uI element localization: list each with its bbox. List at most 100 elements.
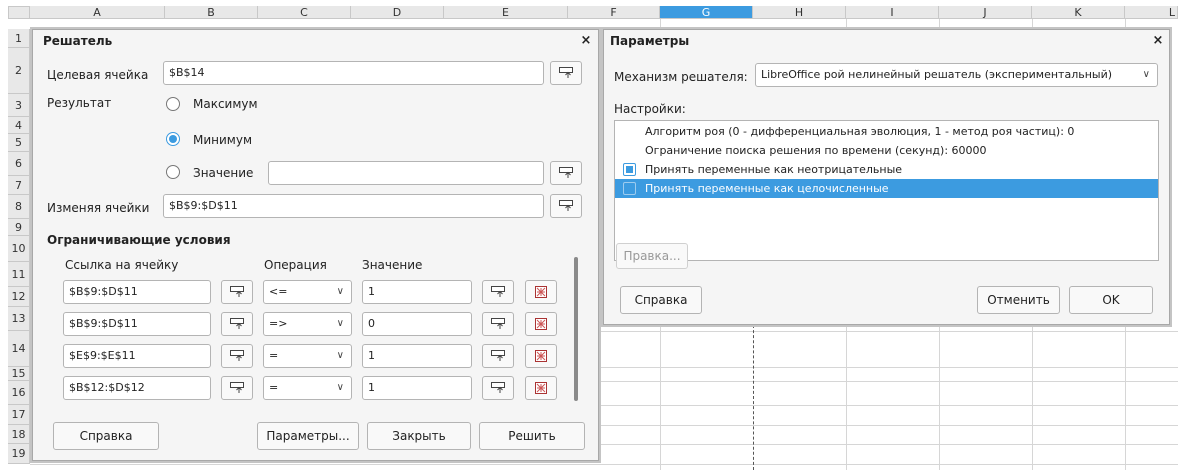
result-label: Результат (47, 96, 112, 110)
value-field[interactable] (268, 161, 544, 185)
solver-engine-select[interactable]: LibreOffice рой нелинейный решатель (экс… (755, 63, 1158, 87)
settings-item-label: Алгоритм роя (0 - дифференциальная эволю… (645, 125, 1075, 138)
delete-constraint-button[interactable] (525, 344, 557, 368)
shrink-button[interactable] (221, 376, 253, 400)
row-header[interactable]: 15 (8, 367, 30, 381)
shrink-button[interactable] (221, 280, 253, 304)
column-header-j[interactable]: J (939, 6, 1032, 19)
delete-constraint-button[interactable] (525, 280, 557, 304)
row-header[interactable]: 11 (8, 262, 30, 287)
close-icon[interactable]: × (1148, 30, 1168, 52)
settings-item-selected[interactable]: Принять переменные как целочисленные (615, 179, 1158, 198)
delete-constraint-button[interactable] (525, 312, 557, 336)
delete-icon (535, 318, 547, 330)
column-header-h[interactable]: H (753, 6, 846, 19)
minimum-radio[interactable] (166, 132, 180, 146)
shrink-button[interactable] (550, 61, 582, 85)
solver-dialog: Решатель × Целевая ячейка $B$14 Результа… (32, 29, 599, 461)
checkbox-checked-icon[interactable] (623, 163, 636, 176)
maximum-label: Максимум (193, 97, 258, 111)
row-header[interactable]: 14 (8, 331, 30, 367)
row-header[interactable]: 3 (8, 94, 30, 117)
shrink-icon (491, 318, 505, 329)
shrink-button[interactable] (482, 312, 514, 336)
row-header[interactable]: 2 (8, 48, 30, 94)
row-header[interactable]: 13 (8, 307, 30, 331)
delete-constraint-button[interactable] (525, 376, 557, 400)
target-cell-label: Целевая ячейка (47, 68, 149, 82)
cancel-button[interactable]: Отменить (977, 286, 1060, 314)
constraint-value-field[interactable]: 1 (362, 280, 472, 304)
row-header[interactable]: 9 (8, 219, 30, 236)
row-header[interactable]: 5 (8, 134, 30, 152)
target-cell-field[interactable]: $B$14 (163, 61, 544, 85)
checkbox-icon[interactable] (623, 182, 636, 195)
row-header[interactable]: 18 (8, 425, 30, 444)
shrink-button[interactable] (221, 344, 253, 368)
column-header-c[interactable]: C (258, 6, 351, 19)
row-header[interactable]: 19 (8, 444, 30, 464)
column-header-k[interactable]: K (1032, 6, 1125, 19)
settings-item[interactable]: Принять переменные как неотрицательные (615, 160, 1158, 179)
shrink-icon (491, 286, 505, 297)
changing-cells-field[interactable]: $B$9:$D$11 (163, 194, 544, 218)
constraint-cell-field[interactable]: $E$9:$E$11 (63, 344, 211, 368)
column-header-e[interactable]: E (444, 6, 568, 19)
constraint-value-field[interactable]: 1 (362, 376, 472, 400)
shrink-icon (559, 167, 573, 178)
select-all-corner[interactable] (8, 6, 30, 19)
row-header[interactable]: 6 (8, 152, 30, 176)
shrink-button[interactable] (482, 344, 514, 368)
row-header[interactable]: 12 (8, 287, 30, 307)
row-header[interactable]: 10 (8, 236, 30, 262)
row-header[interactable]: 16 (8, 381, 30, 405)
shrink-button[interactable] (550, 161, 582, 185)
column-header-a[interactable]: A (30, 6, 165, 19)
column-header-f[interactable]: F (568, 6, 660, 19)
shrink-button[interactable] (221, 312, 253, 336)
solver-dialog-title: Решатель (43, 34, 113, 48)
operation-select[interactable]: = ∨ (263, 376, 352, 400)
help-button[interactable]: Справка (620, 286, 702, 314)
column-header-g[interactable]: G (660, 6, 753, 19)
row-header[interactable]: 17 (8, 405, 30, 425)
solver-engine-label: Механизм решателя: (614, 70, 748, 84)
constraint-value-field[interactable]: 0 (362, 312, 472, 336)
operation-select[interactable]: <= ∨ (263, 280, 352, 304)
constraints-scrollbar[interactable] (574, 257, 578, 401)
shrink-button[interactable] (550, 194, 582, 218)
settings-list[interactable]: Алгоритм роя (0 - дифференциальная эволю… (614, 120, 1159, 261)
column-header-b[interactable]: B (165, 6, 258, 19)
constraint-cell-field[interactable]: $B$9:$D$11 (63, 280, 211, 304)
close-button[interactable]: Закрыть (367, 422, 471, 450)
operation-select[interactable]: => ∨ (263, 312, 352, 336)
shrink-button[interactable] (482, 376, 514, 400)
edit-button[interactable]: Правка... (616, 243, 688, 269)
delete-icon (535, 382, 547, 394)
ok-button[interactable]: OK (1069, 286, 1153, 314)
operation-select[interactable]: = ∨ (263, 344, 352, 368)
shrink-icon (491, 382, 505, 393)
row-header[interactable]: 4 (8, 117, 30, 134)
constraint-value-field[interactable]: 1 (362, 344, 472, 368)
shrink-icon (230, 318, 244, 329)
shrink-button[interactable] (482, 280, 514, 304)
settings-item[interactable]: Ограничение поиска решения по времени (с… (615, 141, 1158, 160)
row-header[interactable]: 8 (8, 195, 30, 219)
column-header-d[interactable]: D (351, 6, 444, 19)
column-header-i[interactable]: I (846, 6, 939, 19)
value-radio[interactable] (166, 165, 180, 179)
solve-button[interactable]: Решить (479, 422, 585, 450)
close-icon[interactable]: × (576, 30, 596, 52)
constraint-cell-field[interactable]: $B$9:$D$11 (63, 312, 211, 336)
chevron-down-icon: ∨ (336, 318, 344, 329)
maximum-radio[interactable] (166, 97, 180, 111)
column-header-l[interactable]: L (1125, 6, 1178, 19)
settings-item[interactable]: Алгоритм роя (0 - дифференциальная эволю… (615, 122, 1158, 141)
row-header[interactable]: 7 (8, 176, 30, 195)
help-button[interactable]: Справка (53, 422, 159, 450)
options-button[interactable]: Параметры... (257, 422, 359, 450)
operation-value: <= (269, 285, 288, 298)
constraint-cell-field[interactable]: $B$12:$D$12 (63, 376, 211, 400)
row-header[interactable]: 1 (8, 29, 30, 48)
